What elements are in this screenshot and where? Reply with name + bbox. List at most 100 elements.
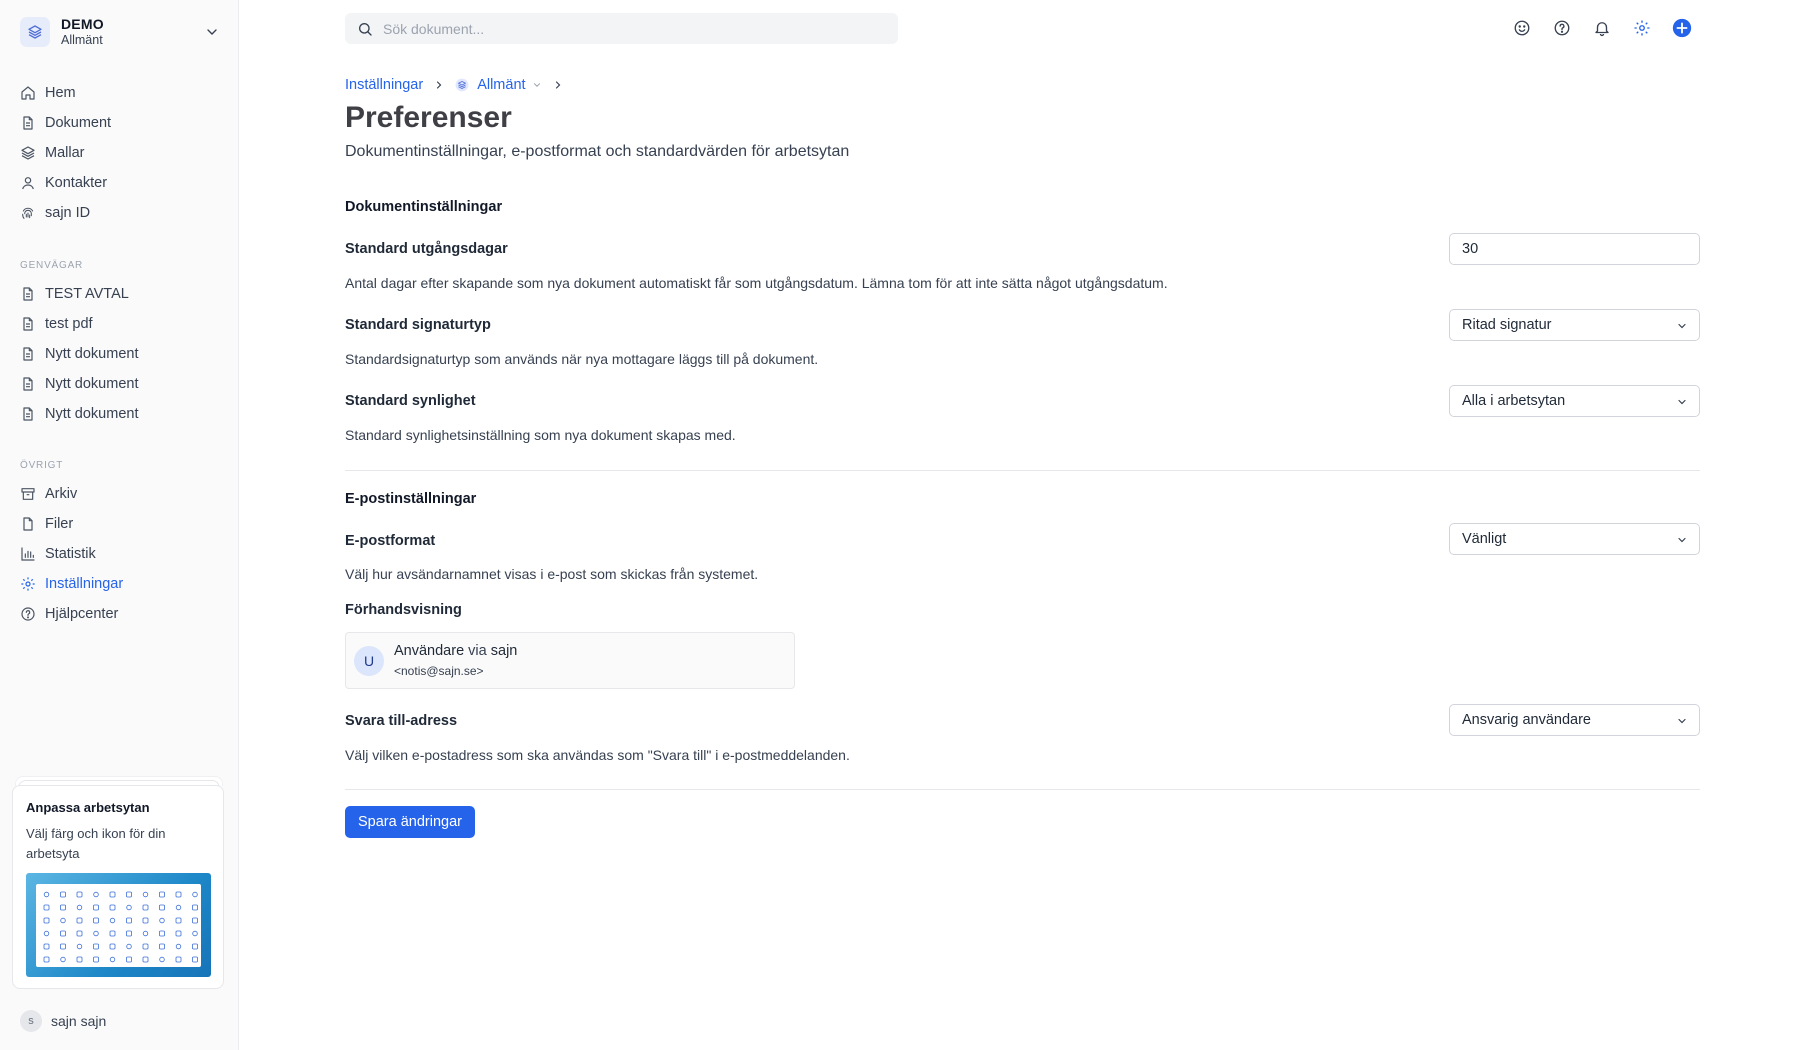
visibility-select[interactable]: Alla i arbetsytan xyxy=(1449,385,1700,417)
grid-glyph-icon xyxy=(142,956,149,963)
shortcut-item[interactable]: Nytt dokument xyxy=(12,339,226,369)
other-nav: Arkiv Filer Statistik Inställningar Hjäl… xyxy=(12,479,226,629)
sidebar-item-files[interactable]: Filer xyxy=(12,509,226,539)
sidebar-item-contacts[interactable]: Kontakter xyxy=(12,168,226,198)
sidebar-item-label: Arkiv xyxy=(45,486,78,502)
chevron-down-icon xyxy=(1676,396,1688,408)
help-circle-icon[interactable] xyxy=(1550,16,1574,40)
document-icon xyxy=(20,286,36,302)
grid-glyph-icon xyxy=(76,943,83,950)
save-button[interactable]: Spara ändringar xyxy=(345,806,475,838)
sidebar-item-label: sajn ID xyxy=(45,205,91,221)
bell-icon[interactable] xyxy=(1590,16,1614,40)
customize-workspace-card[interactable]: Anpassa arbetsytan Välj färg och ikon fö… xyxy=(12,785,224,989)
section-divider xyxy=(345,789,1700,790)
grid-glyph-icon xyxy=(192,917,198,924)
fingerprint-icon xyxy=(20,205,36,221)
grid-glyph-icon xyxy=(175,904,182,911)
sidebar-item-archive[interactable]: Arkiv xyxy=(12,479,226,509)
sidebar-item-settings[interactable]: Inställningar xyxy=(12,569,226,599)
gear-icon[interactable] xyxy=(1630,16,1654,40)
shortcut-label: Nytt dokument xyxy=(45,406,139,422)
shortcut-item[interactable]: test pdf xyxy=(12,309,226,339)
breadcrumb-settings-link[interactable]: Inställningar xyxy=(345,77,423,93)
shortcuts-section: GENVÄGAR xyxy=(12,257,226,275)
search-input[interactable] xyxy=(383,20,863,37)
user-menu[interactable]: s sajn sajn xyxy=(20,1010,106,1032)
chevron-right-icon xyxy=(552,79,564,91)
grid-glyph-icon xyxy=(93,943,99,950)
grid-glyph-icon xyxy=(76,917,83,924)
avatar: U xyxy=(354,645,384,676)
search-bar[interactable] xyxy=(345,13,898,44)
shortcut-item[interactable]: Nytt dokument xyxy=(12,369,226,399)
grid-glyph-icon xyxy=(192,956,198,963)
signature-type-help: Standardsignaturtyp som används när nya … xyxy=(345,351,819,367)
plus-circle-icon[interactable] xyxy=(1670,16,1694,40)
sidebar-item-help-center[interactable]: Hjälpcenter xyxy=(12,599,226,629)
shortcut-item[interactable]: Nytt dokument xyxy=(12,399,226,429)
workspace-switcher[interactable]: DEMO Allmänt xyxy=(16,12,222,52)
grid-glyph-icon xyxy=(43,891,50,898)
visibility-help: Standard synlighetsinställning som nya d… xyxy=(345,427,736,443)
grid-glyph-icon xyxy=(175,956,182,963)
email-format-select[interactable]: Vänligt xyxy=(1449,523,1700,555)
signature-type-select[interactable]: Ritad signatur xyxy=(1449,309,1700,341)
expiry-days-label: Standard utgångsdagar xyxy=(345,241,508,257)
grid-glyph-icon xyxy=(126,943,132,950)
sidebar-item-home[interactable]: Hem xyxy=(12,78,226,108)
grid-glyph-icon xyxy=(93,917,99,924)
reply-to-label: Svara till-adress xyxy=(345,713,458,729)
chevron-down-icon xyxy=(532,80,542,90)
sidebar-item-statistics[interactable]: Statistik xyxy=(12,539,226,569)
grid-glyph-icon xyxy=(126,930,132,937)
grid-glyph-icon xyxy=(93,891,99,898)
sidebar-item-documents[interactable]: Dokument xyxy=(12,108,226,138)
main-nav: Hem Dokument Mallar Kontakter sajn ID xyxy=(12,78,226,228)
grid-glyph-icon xyxy=(60,917,66,924)
icon-grid-preview xyxy=(36,884,201,967)
sidebar-item-label: Dokument xyxy=(45,115,112,131)
document-icon xyxy=(20,406,36,422)
shortcut-item[interactable]: TEST AVTAL xyxy=(12,279,226,309)
grid-glyph-icon xyxy=(109,917,116,924)
preview-address: <notis@sajn.se> xyxy=(394,663,484,678)
grid-glyph-icon xyxy=(159,917,165,924)
other-heading: ÖVRIGT xyxy=(20,460,64,471)
grid-glyph-icon xyxy=(43,917,50,924)
search-icon xyxy=(357,21,373,37)
help-circle-icon xyxy=(20,606,36,622)
sidebar-item-templates[interactable]: Mallar xyxy=(12,138,226,168)
grid-glyph-icon xyxy=(109,956,116,963)
sidebar-item-label: Hjälpcenter xyxy=(45,606,119,622)
sidebar-item-sajn-id[interactable]: sajn ID xyxy=(12,198,226,228)
breadcrumb-workspace-dropdown[interactable]: Allmänt xyxy=(455,77,541,93)
grid-glyph-icon xyxy=(60,943,66,950)
grid-glyph-icon xyxy=(159,930,165,937)
promo-image xyxy=(26,873,211,977)
reply-to-select[interactable]: Ansvarig användare xyxy=(1449,704,1700,736)
document-icon xyxy=(20,115,36,131)
preview-via: via xyxy=(468,642,487,659)
page-subtitle: Dokumentinställningar, e-postformat och … xyxy=(345,143,850,160)
grid-glyph-icon xyxy=(109,904,116,911)
grid-glyph-icon xyxy=(93,930,99,937)
grid-glyph-icon xyxy=(109,930,116,937)
other-section: ÖVRIGT xyxy=(12,457,226,475)
signature-type-value: Ritad signatur xyxy=(1462,317,1552,333)
grid-glyph-icon xyxy=(109,943,116,950)
sidebar-item-label: Hem xyxy=(45,85,76,101)
grid-glyph-icon xyxy=(175,930,182,937)
preview-sender: Användare xyxy=(394,642,465,659)
layers-icon xyxy=(455,78,469,92)
document-settings-heading: Dokumentinställningar xyxy=(345,199,503,215)
expiry-days-input[interactable] xyxy=(1462,241,1682,257)
workspace-name: DEMO xyxy=(61,16,104,32)
expiry-days-field[interactable] xyxy=(1449,233,1700,265)
grid-glyph-icon xyxy=(76,891,83,898)
grid-glyph-icon xyxy=(43,943,50,950)
smiley-icon[interactable] xyxy=(1510,16,1534,40)
grid-glyph-icon xyxy=(192,904,198,911)
preview-sender-line: Användare via sajn xyxy=(394,641,517,661)
section-divider xyxy=(345,470,1700,471)
